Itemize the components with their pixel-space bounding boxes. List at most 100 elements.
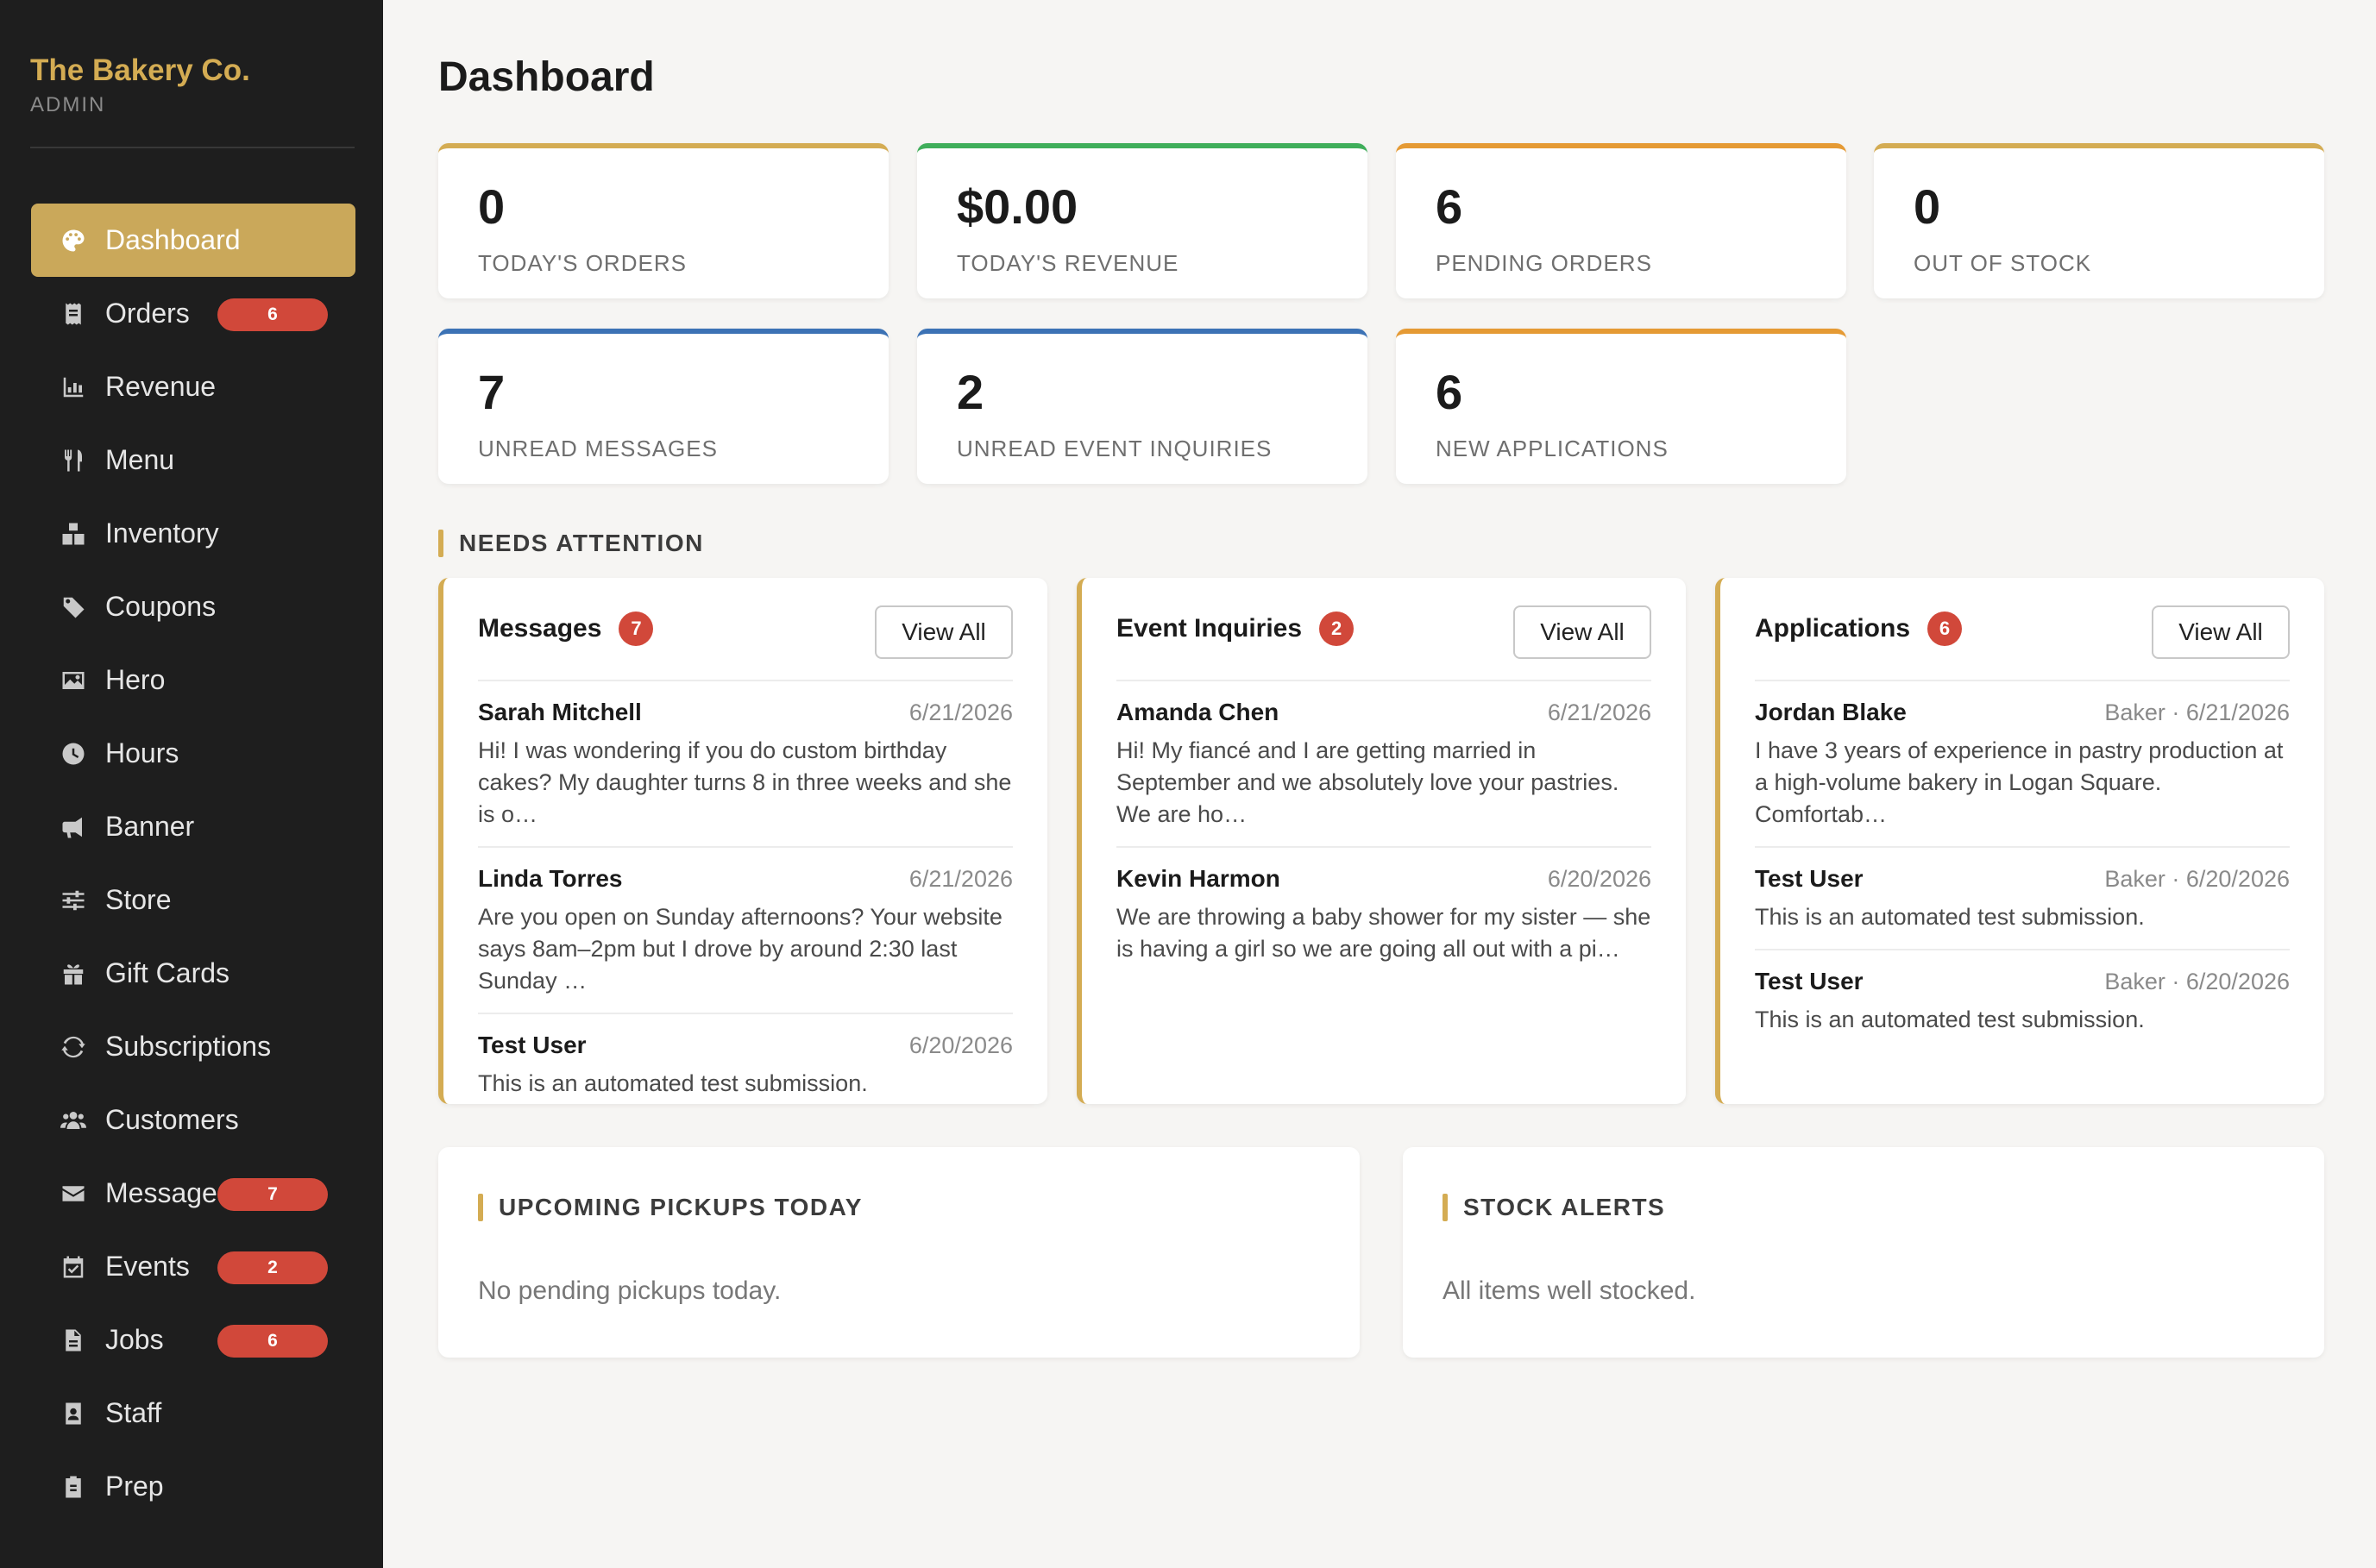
applicant-name: Test User	[1755, 968, 1864, 994]
sender-name: Sarah Mitchell	[478, 699, 642, 725]
brand-role: ADMIN	[30, 93, 106, 116]
sidebar-item-store[interactable]: Store	[31, 863, 355, 937]
sidebar-item-inventory[interactable]: Inventory	[31, 497, 355, 570]
entry-meta: Baker · 6/20/2026	[2104, 969, 2290, 994]
sidebar-item-revenue[interactable]: Revenue	[31, 350, 355, 423]
application-entry[interactable]: Test User Baker · 6/20/2026 This is an au…	[1755, 848, 2290, 950]
inquiry-entry[interactable]: Kevin Harmon 6/20/2026 We are throwing a …	[1116, 848, 1651, 981]
sidebar-item-label: Banner	[105, 811, 195, 842]
entry-preview: This is an automated test submission.	[1755, 1007, 2145, 1032]
card-title: Event Inquiries	[1116, 614, 1303, 643]
sidebar-item-label: Dashboard	[105, 224, 241, 255]
stat-label: UNREAD EVENT INQUIRIES	[957, 436, 1273, 461]
entry-preview: This is an automated test submission.	[1755, 904, 2145, 930]
entry-preview: I have 3 years of experience in pastry p…	[1755, 737, 2284, 827]
stat-card-todays-revenue[interactable]: $0.00 TODAY'S REVENUE	[917, 143, 1367, 298]
card-header: Event Inquiries 2 View All	[1116, 578, 1651, 681]
sender-name: Linda Torres	[478, 865, 623, 892]
jobs-count-badge: 6	[217, 1325, 328, 1358]
messages-view-all-button[interactable]: View All	[875, 605, 1013, 659]
clock-icon	[59, 739, 88, 768]
sidebar-item-prep[interactable]: Prep	[31, 1450, 355, 1523]
sidebar-item-label: Orders	[105, 298, 190, 329]
message-entry[interactable]: Test User 6/20/2026 This is an automated …	[478, 1014, 1013, 1115]
entry-date: 6/21/2026	[908, 866, 1013, 892]
orders-count-badge: 6	[217, 298, 328, 331]
stock-alerts-panel: STOCK ALERTS All items well stocked.	[1403, 1147, 2324, 1358]
sidebar-item-dashboard[interactable]: Dashboard	[31, 204, 355, 277]
sidebar-item-orders[interactable]: Orders 6	[31, 277, 355, 350]
boxes-icon	[59, 519, 88, 549]
entry-preview: Hi! I was wondering if you do custom bir…	[478, 737, 1012, 827]
sidebar-item-label: Customers	[105, 1104, 239, 1135]
sidebar-item-label: Inventory	[105, 517, 219, 549]
applicant-name: Jordan Blake	[1755, 699, 1907, 725]
panel-heading: UPCOMING PICKUPS TODAY	[478, 1194, 863, 1221]
sidebar-item-subscriptions[interactable]: Subscriptions	[31, 1010, 355, 1083]
sidebar-item-hero[interactable]: Hero	[31, 643, 355, 717]
sidebar-item-label: Messages	[105, 1177, 231, 1208]
sidebar-item-label: Subscriptions	[105, 1031, 272, 1062]
sidebar-item-hours[interactable]: Hours	[31, 717, 355, 790]
stat-value: 6	[1436, 179, 1463, 234]
sidebar-item-coupons[interactable]: Coupons	[31, 570, 355, 643]
entry-preview: Hi! My fiancé and I are getting married …	[1116, 737, 1619, 827]
stat-card-unread-event-inquiries[interactable]: 2 UNREAD EVENT INQUIRIES	[917, 329, 1367, 484]
sidebar-item-customers[interactable]: Customers	[31, 1083, 355, 1157]
entry-preview: We are throwing a baby shower for my sis…	[1116, 904, 1651, 962]
upcoming-pickups-panel: UPCOMING PICKUPS TODAY No pending pickup…	[438, 1147, 1360, 1358]
sidebar-item-gift-cards[interactable]: Gift Cards	[31, 937, 355, 1010]
tag-icon	[59, 593, 88, 622]
sidebar-item-messages[interactable]: Messages 7	[31, 1157, 355, 1230]
sliders-icon	[59, 886, 88, 915]
file-icon	[59, 1326, 88, 1355]
messages-count-badge: 7	[217, 1178, 328, 1211]
empty-state: All items well stocked.	[1443, 1276, 1696, 1305]
page-title: Dashboard	[438, 54, 655, 100]
card-header: Messages 7 View All	[478, 578, 1013, 681]
inquiry-entry[interactable]: Amanda Chen 6/21/2026 Hi! My fiancé and I…	[1116, 681, 1651, 848]
sidebar-item-menu[interactable]: Menu	[31, 423, 355, 497]
megaphone-icon	[59, 812, 88, 842]
stat-value: 2	[957, 365, 984, 419]
image-icon	[59, 666, 88, 695]
stat-label: PENDING ORDERS	[1436, 250, 1652, 276]
card-title: Applications	[1755, 614, 1911, 643]
empty-state: No pending pickups today.	[478, 1276, 782, 1305]
id-badge-icon	[59, 1399, 88, 1428]
sidebar-item-banner[interactable]: Banner	[31, 790, 355, 863]
stat-label: TODAY'S ORDERS	[478, 250, 687, 276]
sidebar-item-events[interactable]: Events 2	[31, 1230, 355, 1303]
stat-card-new-applications[interactable]: 6 NEW APPLICATIONS	[1396, 329, 1846, 484]
stat-card-out-of-stock[interactable]: 0 OUT OF STOCK	[1874, 143, 2324, 298]
stat-value: $0.00	[957, 179, 1078, 234]
stat-card-unread-messages[interactable]: 7 UNREAD MESSAGES	[438, 329, 889, 484]
entry-date: 6/20/2026	[908, 1032, 1013, 1058]
stat-card-todays-orders[interactable]: 0 TODAY'S ORDERS	[438, 143, 889, 298]
application-entry[interactable]: Jordan Blake Baker · 6/21/2026 I have 3 y…	[1755, 681, 2290, 848]
sidebar-item-jobs[interactable]: Jobs 6	[31, 1303, 355, 1377]
stat-label: UNREAD MESSAGES	[478, 436, 718, 461]
sidebar-item-label: Coupons	[105, 591, 217, 622]
message-entry[interactable]: Linda Torres 6/21/2026 Are you open on Su…	[478, 848, 1013, 1014]
applicant-name: Test User	[1755, 865, 1864, 892]
entry-preview: This is an automated test submission.	[478, 1070, 868, 1096]
sidebar-item-staff[interactable]: Staff	[31, 1377, 355, 1450]
sidebar: The Bakery Co. ADMIN Dashboard Orders 6 …	[0, 0, 383, 1568]
entry-meta: Baker · 6/21/2026	[2104, 699, 2290, 725]
messages-count-badge: 7	[619, 612, 654, 646]
applications-card: Applications 6 View All Jordan Blake Bake…	[1715, 578, 2324, 1104]
stat-value: 0	[1914, 179, 1941, 234]
sidebar-item-label: Revenue	[105, 371, 217, 402]
applications-count-badge: 6	[1927, 612, 1963, 646]
stat-card-pending-orders[interactable]: 6 PENDING ORDERS	[1396, 143, 1846, 298]
event-inquiries-view-all-button[interactable]: View All	[1513, 605, 1651, 659]
applications-view-all-button[interactable]: View All	[2152, 605, 2290, 659]
calendar-check-icon	[59, 1252, 88, 1282]
application-entry[interactable]: Test User Baker · 6/20/2026 This is an au…	[1755, 950, 2290, 1051]
entry-preview: Are you open on Sunday afternoons? Your …	[478, 904, 1003, 994]
sidebar-item-label: Store	[105, 884, 172, 915]
events-count-badge: 2	[217, 1251, 328, 1284]
message-entry[interactable]: Sarah Mitchell 6/21/2026 Hi! I was wonder…	[478, 681, 1013, 848]
sidebar-item-label: Staff	[105, 1397, 162, 1428]
